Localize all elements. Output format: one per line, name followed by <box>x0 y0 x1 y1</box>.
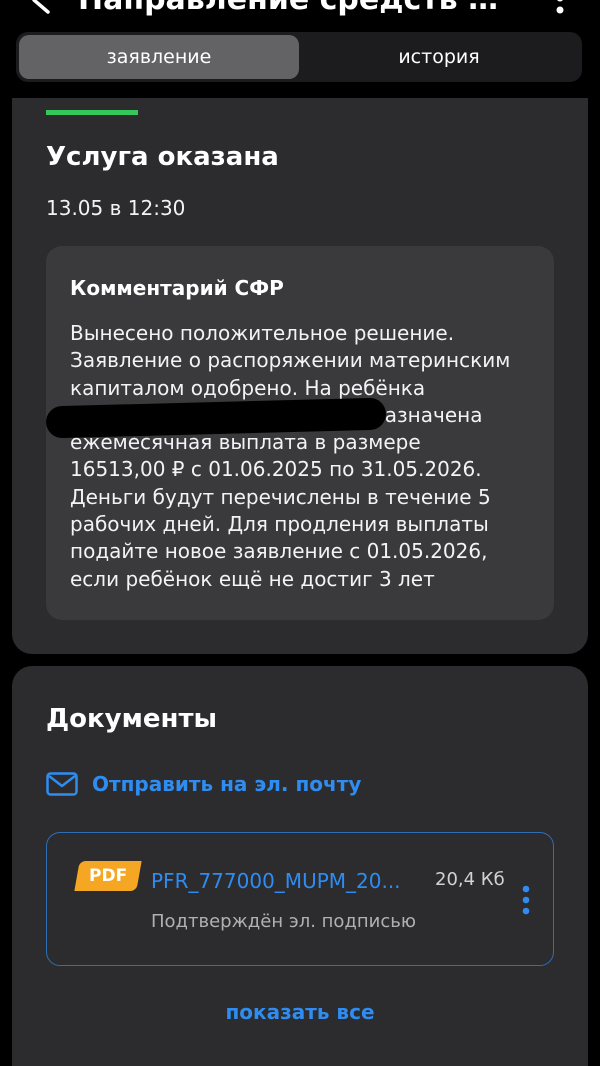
comment-text: Вынесено положительное решение. Заявлени… <box>70 320 540 593</box>
send-email-label[interactable]: Отправить на эл. почту <box>92 772 361 796</box>
comment-line: Заявление о распоряжении материнским <box>70 348 511 373</box>
status-title: Услуга оказана <box>46 142 279 172</box>
status-progress-bar <box>46 110 138 115</box>
app-screen: Направление средств мате... заявление ис… <box>0 0 600 1066</box>
tab-application[interactable]: заявление <box>19 35 299 79</box>
document-signature-status: Подтверждён эл. подписью <box>151 911 416 932</box>
pdf-file-icon: PDF <box>74 861 142 891</box>
document-name[interactable]: PFR_777000_MUPM_20... <box>151 869 427 893</box>
comment-line: рабочих дней. Для продления выплаты <box>70 512 489 537</box>
status-timestamp: 13.05 в 12:30 <box>46 196 186 220</box>
show-all-button[interactable]: показать все <box>12 1000 588 1024</box>
documents-title: Документы <box>46 704 218 734</box>
segmented-tabs: заявление история <box>16 32 582 82</box>
comment-box: Комментарий СФР Вынесено положительное р… <box>45 246 554 620</box>
pdf-badge-label: PDF <box>88 866 128 886</box>
tab-history[interactable]: история <box>299 35 579 79</box>
document-item[interactable]: PDF PFR_777000_MUPM_20... 20,4 Кб Подтве… <box>46 832 554 966</box>
documents-card: Документы Отправить на эл. почту PDF PFR… <box>12 666 588 1066</box>
comment-line: капиталом одобрено. На ребёнка <box>70 375 426 400</box>
mail-icon <box>46 772 78 796</box>
comment-title: Комментарий СФР <box>70 276 284 300</box>
more-vertical-icon[interactable] <box>521 885 531 915</box>
document-size: 20,4 Кб <box>435 869 505 890</box>
comment-line: Деньги будут перечислены в течение 5 <box>70 484 491 509</box>
chevron-left-icon[interactable] <box>28 0 54 16</box>
comment-line: 16513,00 ₽ с 01.06.2025 по 31.05.2026. <box>70 457 482 482</box>
top-header: Направление средств мате... <box>0 0 600 26</box>
page-title: Направление средств мате... <box>78 0 518 17</box>
comment-line: Вынесено положительное решение. <box>70 321 455 345</box>
comment-line: подайте новое заявление с 01.05.2026, <box>70 539 488 564</box>
status-card: Услуга оказана 13.05 в 12:30 Комментарий… <box>12 98 588 654</box>
comment-line: если ребёнок ещё не достиг 3 лет <box>70 566 435 591</box>
send-email-link[interactable]: Отправить на эл. почту <box>46 772 361 796</box>
more-vertical-icon[interactable] <box>554 0 566 22</box>
